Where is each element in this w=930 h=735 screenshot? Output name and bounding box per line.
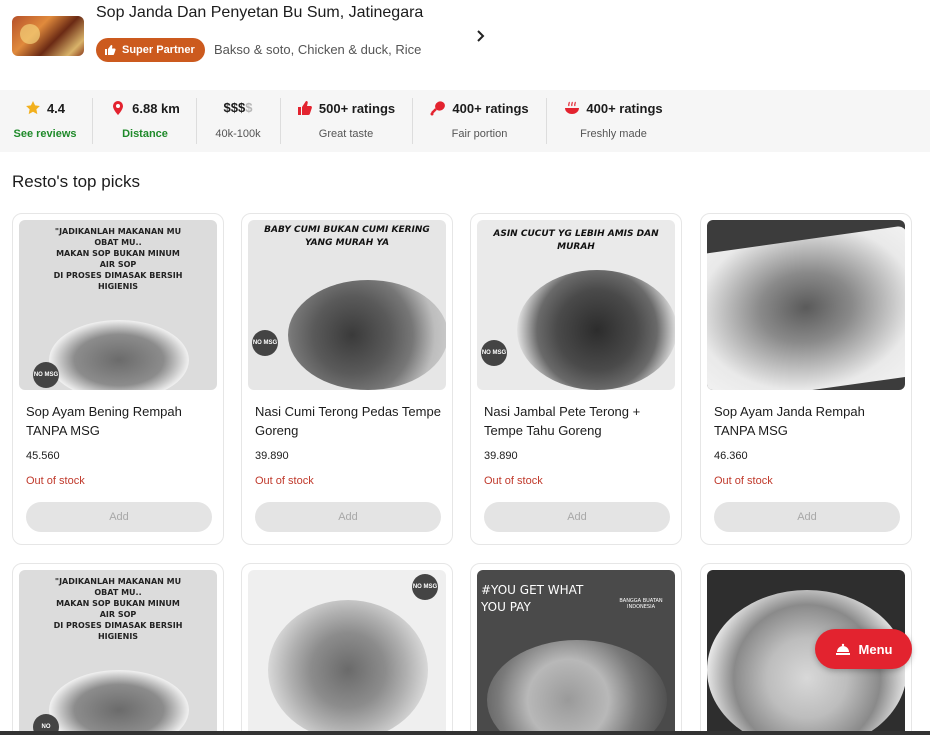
menu-item-image (707, 220, 905, 390)
taste-ratings: 500+ ratings (318, 100, 396, 116)
image-caption-line: MAKAN SOP BUKAN MINUM (56, 599, 180, 608)
restaurant-header[interactable]: Sop Janda Dan Penyetan Bu Sum, Jatinegar… (0, 0, 930, 90)
item-name: Sop Ayam Janda Rempah TANPA MSG (714, 404, 865, 438)
cuisine-list: Bakso & soto, Chicken & duck, Rice (214, 42, 422, 57)
image-caption-line: AIR SOP (99, 260, 137, 269)
menu-button-label: Menu (858, 641, 893, 657)
menu-button[interactable]: Menu (815, 629, 912, 669)
menu-item-card[interactable]: BABY CUMI BUKAN CUMI KERING YANG MURAH Y… (241, 213, 453, 545)
rating-value: 4.4 (46, 100, 66, 116)
image-caption-line: "JADIKANLAH MAKANAN MU (54, 577, 182, 586)
stat-price: $$$ $ 40k-100k (196, 90, 280, 152)
price-level-dim: $ (245, 100, 253, 115)
freshness-label: Freshly made (580, 128, 647, 140)
food-plate (487, 640, 667, 735)
menu-item-image: BABY CUMI BUKAN CUMI KERING YANG MURAH Y… (248, 220, 446, 390)
section-title: Resto's top picks (12, 172, 140, 191)
stock-status: Out of stock (255, 475, 314, 487)
star-icon (26, 101, 40, 115)
menu-item-image: ASIN CUCUT YG LEBIH AMIS DAN MURAH NO MS… (477, 220, 675, 390)
menu-item-card[interactable]: "JADIKANLAH MAKANAN MU OBAT MU.. MAKAN S… (12, 563, 224, 735)
chevron-right-icon[interactable] (472, 28, 488, 44)
price-range: 40k-100k (215, 128, 261, 140)
super-partner-badge: Super Partner (96, 38, 205, 62)
image-caption-line: AIR SOP (99, 610, 137, 619)
stock-status: Out of stock (714, 475, 773, 487)
image-logo-text: BANGGA BUATAN INDONESIA (619, 598, 663, 610)
food-plate (268, 600, 428, 735)
drumstick-icon (430, 101, 446, 116)
image-caption-line: "JADIKANLAH MAKANAN MU (54, 227, 182, 236)
soup-bowl (49, 670, 189, 735)
menu-item-card[interactable]: Sop Ayam Janda Rempah TANPA MSG 46.360 O… (700, 213, 912, 545)
stock-status: Out of stock (484, 475, 543, 487)
add-button[interactable]: Add (484, 502, 670, 532)
see-reviews-link[interactable]: See reviews (0, 128, 90, 140)
image-caption-line: HIGIENIS (97, 632, 139, 641)
image-caption-line: DI PROSES DIMASAK BERSIH (53, 271, 183, 280)
no-msg-badge: NO MSG (412, 574, 438, 600)
portion-label: Fair portion (451, 128, 508, 140)
bottom-edge (0, 731, 930, 735)
food-plate (517, 270, 675, 390)
food-tray (707, 225, 905, 390)
item-price: 39.890 (255, 450, 289, 462)
no-msg-badge: NO MSG (252, 330, 278, 356)
stat-freshness: 400+ ratings Freshly made (547, 90, 680, 152)
bowl-icon (565, 101, 580, 114)
add-button[interactable]: Add (255, 502, 441, 532)
menu-item-image: #YOU GET WHAT YOU PAY BANGGA BUATAN INDO… (477, 570, 675, 735)
add-button[interactable]: Add (26, 502, 212, 532)
distance-label: Distance (122, 128, 168, 140)
menu-item-image: "JADIKANLAH MAKANAN MU OBAT MU.. MAKAN S… (19, 220, 217, 390)
no-msg-badge: NO MSG (481, 340, 507, 366)
distance-value: 6.88 km (132, 100, 180, 116)
cloche-icon (835, 643, 850, 655)
image-caption-line: OBAT MU.. (94, 588, 142, 597)
item-name: Nasi Jambal Pete Terong + Tempe Tahu Gor… (484, 404, 641, 438)
menu-item-card[interactable]: #YOU GET WHAT YOU PAY BANGGA BUATAN INDO… (470, 563, 682, 735)
stats-bar: 4.4 See reviews 6.88 km Distance $$$ $ 40… (0, 90, 930, 152)
item-name: Sop Ayam Bening Rempah TANPA MSG (26, 404, 182, 438)
menu-item-card[interactable]: NO MSG (241, 563, 453, 735)
thumbs-up-icon (105, 45, 116, 55)
no-msg-badge: NO MSG (33, 362, 59, 388)
stat-portion: 400+ ratings Fair portion (413, 90, 546, 152)
soup-bowl (49, 320, 189, 390)
stat-taste: 500+ ratings Great taste (280, 90, 412, 152)
menu-item-image: NO MSG (248, 570, 446, 735)
thumbs-up-icon (297, 101, 312, 115)
image-banner: BABY CUMI BUKAN CUMI KERING YANG MURAH Y… (264, 225, 430, 248)
item-name: Nasi Cumi Terong Pedas Tempe Goreng (255, 404, 441, 438)
food-plate (288, 280, 446, 390)
add-button[interactable]: Add (714, 502, 900, 532)
image-banner: ASIN CUCUT YG LEBIH AMIS DAN MURAH (493, 229, 659, 252)
portion-ratings: 400+ ratings (452, 100, 529, 116)
image-caption-line: MAKAN SOP BUKAN MINUM (56, 249, 180, 258)
freshness-ratings: 400+ ratings (586, 100, 663, 116)
badge-label: Super Partner (122, 44, 195, 56)
taste-label: Great taste (318, 128, 374, 140)
stat-distance: 6.88 km Distance (94, 90, 196, 152)
location-pin-icon (113, 101, 124, 115)
item-price: 39.890 (484, 450, 518, 462)
item-price: 45.560 (26, 450, 60, 462)
image-caption-line: DI PROSES DIMASAK BERSIH (53, 621, 183, 630)
divider (92, 98, 93, 144)
menu-item-card[interactable]: ASIN CUCUT YG LEBIH AMIS DAN MURAH NO MS… (470, 213, 682, 545)
image-caption-line: HIGIENIS (97, 282, 139, 291)
menu-item-image: "JADIKANLAH MAKANAN MU OBAT MU.. MAKAN S… (19, 570, 217, 735)
restaurant-name: Sop Janda Dan Penyetan Bu Sum, Jatinegar… (96, 4, 424, 21)
stat-rating[interactable]: 4.4 See reviews (0, 90, 90, 152)
restaurant-thumbnail (12, 16, 84, 56)
image-banner: #YOU GET WHAT YOU PAY (481, 583, 584, 614)
item-price: 46.360 (714, 450, 748, 462)
image-caption-line: OBAT MU.. (94, 238, 142, 247)
menu-item-card[interactable]: "JADIKANLAH MAKANAN MU OBAT MU.. MAKAN S… (12, 213, 224, 545)
stock-status: Out of stock (26, 475, 85, 487)
price-level: $$$ (223, 100, 246, 115)
